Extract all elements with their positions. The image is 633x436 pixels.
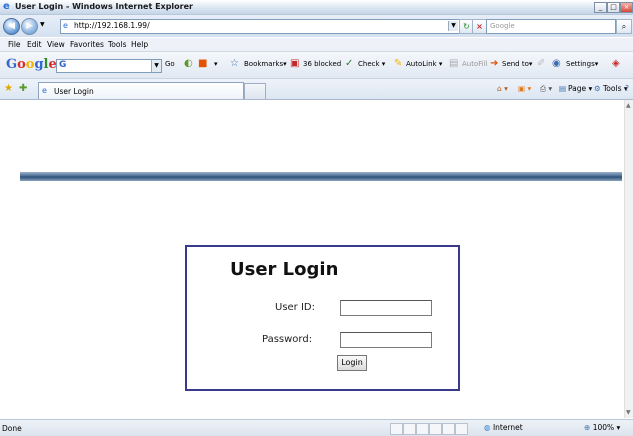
menu-view[interactable]: View [47, 40, 65, 49]
tools-menu-button[interactable]: Tools ▾ [603, 84, 628, 93]
login-heading: User Login [230, 259, 339, 280]
page-menu-icon: ▤ [559, 84, 567, 93]
autofill-button[interactable]: AutoFill [462, 60, 488, 68]
status-text: Done [2, 424, 22, 433]
status-panel [442, 423, 455, 435]
settings-icon[interactable]: ◉ [552, 58, 561, 70]
back-button[interactable]: ◀ [3, 18, 20, 35]
menu-favorites[interactable]: Favorites [70, 40, 104, 49]
zoom-level: 100% [592, 423, 615, 432]
address-dropdown-icon[interactable]: ▼ [448, 21, 458, 31]
globe-icon: ◍ [484, 423, 491, 432]
new-tab-button[interactable] [244, 83, 266, 99]
tools-gear-icon: ⚙ [594, 84, 601, 93]
page-icon: e [63, 21, 68, 30]
menu-bar: File Edit View Favorites Tools Help [0, 38, 633, 52]
address-url: http://192.168.1.99/ [74, 21, 150, 30]
google-go-button[interactable]: Go [165, 60, 175, 68]
stop-icon[interactable]: × [472, 19, 487, 34]
search-placeholder: Google [490, 22, 515, 30]
status-panel [455, 423, 468, 435]
status-bar: Done ◍ Internet ⊕ 100% ▾ [0, 419, 633, 436]
user-id-input[interactable] [340, 300, 432, 316]
bookmarks-star-icon[interactable]: ☆ [230, 58, 239, 70]
status-panel [403, 423, 416, 435]
ie-logo-icon: e [3, 1, 10, 12]
spellcheck-icon[interactable]: ✓ [345, 58, 353, 70]
bookmarks-button[interactable]: Bookmarks▾ [244, 60, 287, 68]
forward-button[interactable]: ▶ [21, 18, 38, 35]
google-search-input[interactable]: G ▼ [56, 59, 162, 73]
search-icon[interactable]: ⌕ [616, 19, 632, 34]
scroll-down-icon[interactable]: ▼ [626, 409, 631, 416]
translate-icon[interactable]: ◈ [612, 58, 620, 70]
menu-help[interactable]: Help [131, 40, 148, 49]
tab-label: User Login [54, 87, 94, 96]
status-panel [416, 423, 429, 435]
title-bar: e User Login - Windows Internet Explorer… [0, 0, 633, 15]
internet-zone[interactable]: ◍ Internet [484, 423, 523, 432]
check-button[interactable]: Check ▾ [358, 60, 385, 68]
address-bar[interactable]: e http://192.168.1.99/ ▼ [60, 19, 460, 34]
home-icon[interactable]: ⌂ ▾ [497, 84, 508, 93]
header-banner [20, 172, 622, 181]
zoom-icon: ⊕ [584, 423, 591, 432]
print-icon[interactable]: ⎙ ▾ [540, 84, 552, 94]
google-logo: Google [6, 57, 57, 72]
autolink-button[interactable]: AutoLink ▾ [406, 60, 442, 68]
login-button[interactable]: Login [337, 355, 367, 371]
menu-edit[interactable]: Edit [27, 40, 42, 49]
help-icon[interactable]: ? [625, 84, 629, 93]
navigation-bar: ◀ ▶ ▼ e http://192.168.1.99/ ▼ ↻ × Googl… [0, 15, 633, 37]
menu-tools[interactable]: Tools [108, 40, 126, 49]
menu-file[interactable]: File [8, 40, 21, 49]
maximize-button[interactable]: □ [607, 2, 620, 13]
status-panel [429, 423, 442, 435]
highlight-icon[interactable]: ✐ [537, 58, 545, 70]
feeds-icon[interactable]: ▣ ▾ [518, 84, 531, 93]
autofill-icon[interactable]: ▤ [449, 58, 458, 70]
send-to-icon[interactable]: ➜ [490, 58, 498, 70]
login-panel: User Login User ID: Password: Login [185, 245, 460, 391]
close-button[interactable]: × [620, 2, 633, 13]
minimize-button[interactable]: _ [594, 2, 607, 13]
user-id-label: User ID: [275, 302, 315, 313]
google-toolbar: Google G ▼ Go ◐ ■ ▾ ☆ Bookmarks▾ ▣ 36 bl… [0, 52, 633, 79]
popup-blocked-count[interactable]: 36 blocked [303, 60, 341, 68]
password-input[interactable] [340, 332, 432, 348]
autolink-icon[interactable]: ✎ [394, 58, 402, 70]
google-g-icon: G [59, 60, 67, 70]
tab-row: ★ ✚ e User Login ⌂ ▾ ▣ ▾ ⎙ ▾ ▤ Page ▾ ⚙ … [0, 79, 633, 100]
popup-blocker-icon[interactable]: ▣ [290, 58, 299, 70]
scroll-up-icon[interactable]: ▲ [626, 102, 631, 109]
page-menu-button[interactable]: Page ▾ [568, 84, 592, 93]
google-search-dropdown-icon[interactable]: ▼ [151, 60, 161, 72]
news-icon[interactable]: ■ [198, 58, 207, 70]
settings-button[interactable]: Settings▾ [566, 60, 598, 68]
zoom-control[interactable]: ⊕ 100% ▾ [584, 423, 620, 432]
favorites-star-icon[interactable]: ★ [4, 83, 13, 94]
password-label: Password: [262, 334, 313, 345]
recent-pages-dropdown-icon[interactable]: ▼ [40, 21, 45, 28]
more-dropdown-icon[interactable]: ▾ [214, 60, 218, 68]
window-title: User Login - Windows Internet Explorer [15, 2, 193, 11]
status-panel [390, 423, 403, 435]
vertical-scrollbar[interactable]: ▲ ▼ [624, 100, 633, 418]
tab-page-icon: e [42, 86, 47, 95]
tab-user-login[interactable]: e User Login [38, 82, 244, 99]
send-to-button[interactable]: Send to▾ [502, 60, 532, 68]
search-input[interactable]: Google [486, 19, 616, 34]
add-favorites-icon[interactable]: ✚ [19, 83, 27, 94]
pagerank-icon[interactable]: ◐ [184, 58, 193, 70]
zone-label: Internet [492, 423, 523, 432]
